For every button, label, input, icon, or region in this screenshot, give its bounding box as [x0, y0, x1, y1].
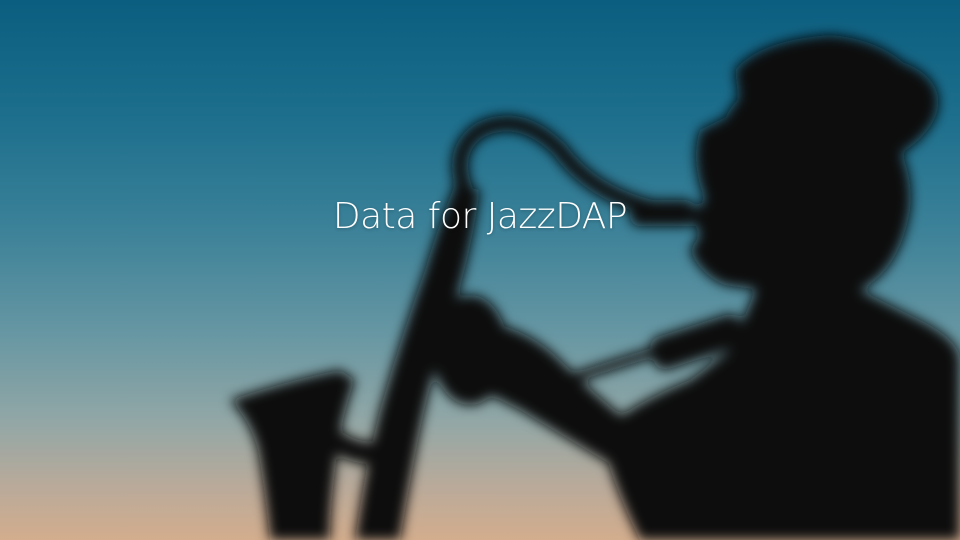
slide-title: Data for JazzDAP [332, 196, 628, 237]
slide: Data for JazzDAP [0, 0, 960, 540]
saxophone-player-silhouette [230, 35, 960, 540]
torso [600, 280, 960, 540]
sax-bell [230, 370, 355, 540]
sax-bow [328, 431, 403, 465]
